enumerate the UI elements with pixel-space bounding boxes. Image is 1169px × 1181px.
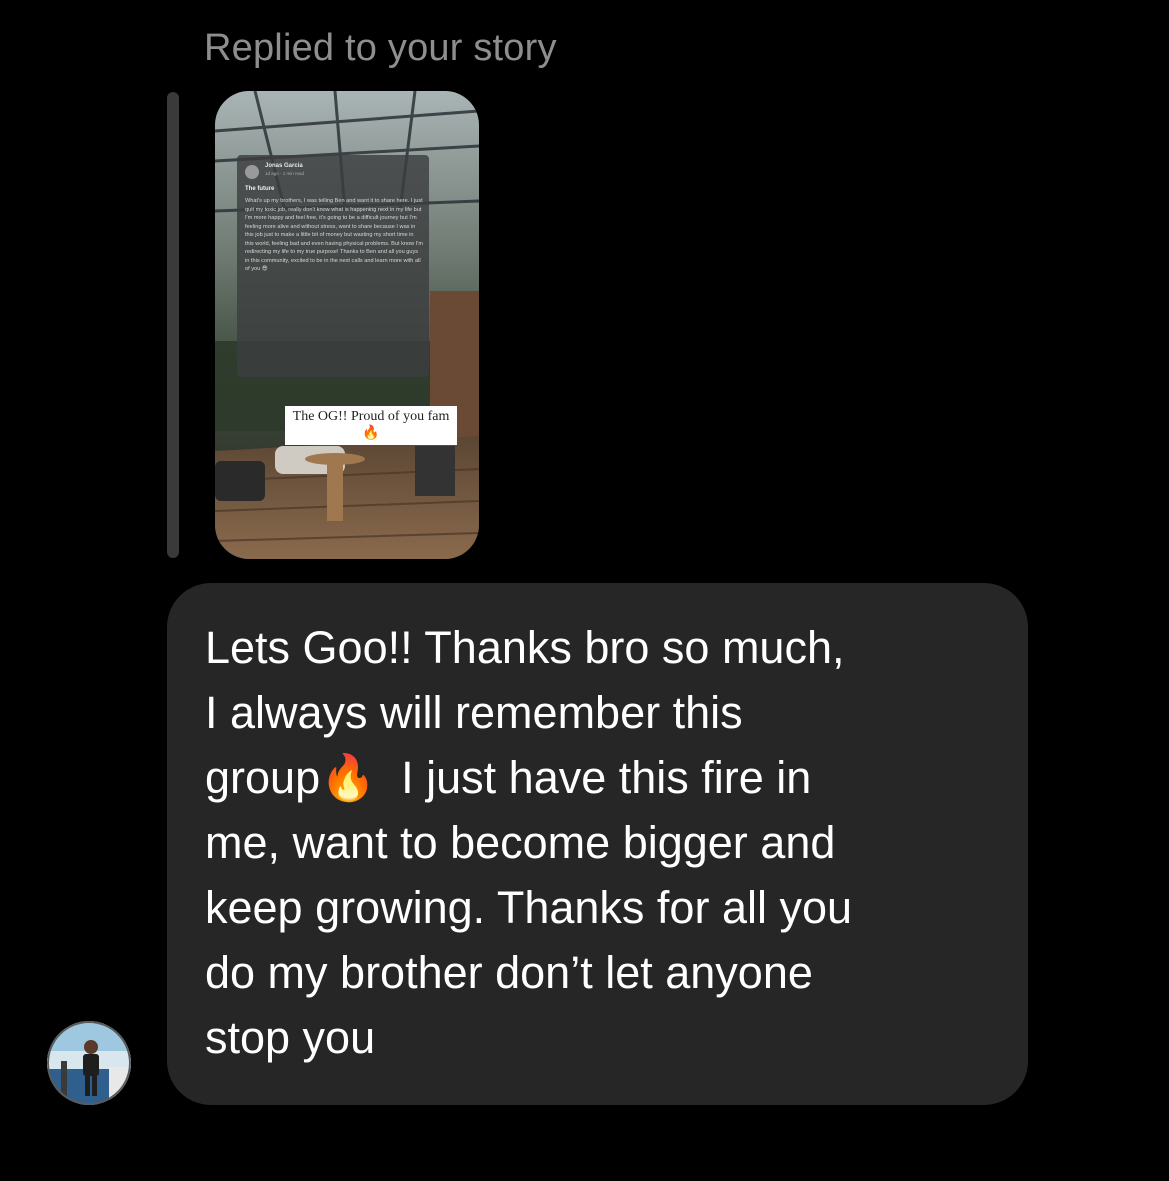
story-post-card: Jonas Garcia 1d ago · 1 min read The fut… xyxy=(237,155,429,377)
post-author-avatar xyxy=(245,165,259,179)
story-preview-thumbnail[interactable]: Jonas Garcia 1d ago · 1 min read The fut… xyxy=(215,91,479,559)
reply-quote-bar xyxy=(167,92,179,558)
message-bubble[interactable]: Lets Goo!! Thanks bro so much, I always … xyxy=(167,583,1028,1105)
post-meta: 1d ago · 1 min read xyxy=(265,171,305,176)
profile-photo-icon xyxy=(47,1021,131,1105)
message-text: Lets Goo!! Thanks bro so much, I always … xyxy=(205,622,853,1063)
post-body: What's up my brothers, I was telling Ben… xyxy=(245,198,423,272)
sender-avatar[interactable] xyxy=(47,1021,131,1105)
post-heading: The future xyxy=(245,186,275,192)
reply-header-label: Replied to your story xyxy=(204,27,557,69)
story-sticker-text: The OG!! Proud of you fam 🔥 xyxy=(285,406,457,445)
post-author-name: Jonas Garcia xyxy=(265,163,303,169)
